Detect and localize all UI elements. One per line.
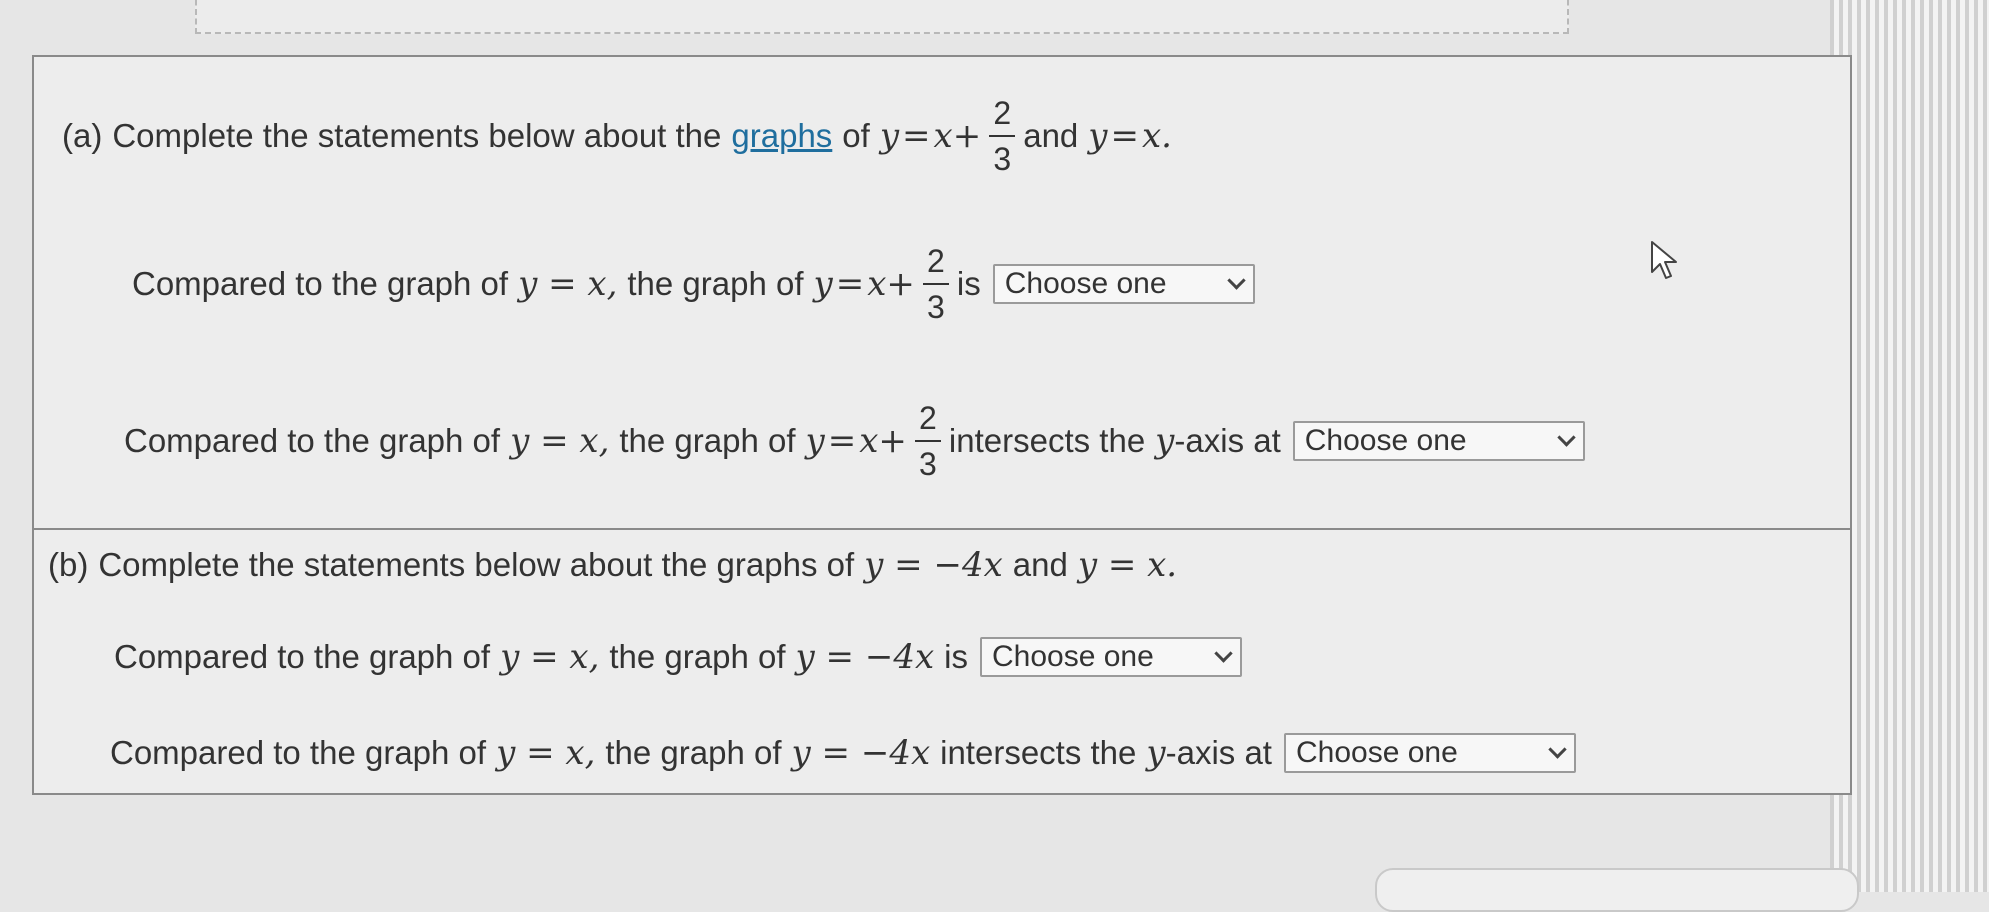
part-a-statement-1: Compared to the graph of y = x, the grap… xyxy=(132,245,1255,323)
chevron-down-icon xyxy=(1557,427,1576,447)
and-text: and xyxy=(1023,117,1079,154)
question-panel: (a) Complete the statements below about … xyxy=(32,55,1852,795)
part-b-statement-2: Compared to the graph of y = x, the grap… xyxy=(110,733,1576,773)
statement-tail: is xyxy=(956,265,981,302)
eq2-rhs: x. xyxy=(1142,116,1172,156)
fraction-two-thirds: 23 xyxy=(914,402,941,480)
bottom-button-outline[interactable] xyxy=(1375,868,1859,912)
eq-rhs: x+ xyxy=(933,116,982,156)
eq-rel: = xyxy=(902,116,931,156)
chevron-down-icon xyxy=(1548,739,1567,759)
part-b-intro: (b) Complete the statements below about … xyxy=(48,545,1178,585)
part-a-intro: (a) Complete the statements below about … xyxy=(62,97,1172,175)
part-a-section: (a) Complete the statements below about … xyxy=(34,57,1850,530)
part-b-select-2[interactable]: Choose one xyxy=(1283,733,1576,773)
part-b-select-1[interactable]: Choose one xyxy=(979,637,1242,677)
fraction-two-thirds: 23 xyxy=(922,245,949,323)
eq-lhs: y xyxy=(879,116,900,156)
part-b-statement-1: Compared to the graph of y = x, the grap… xyxy=(114,637,1242,677)
background-stripes xyxy=(1830,0,1989,892)
mouse-cursor-icon xyxy=(1651,241,1677,279)
part-b-label: (b) xyxy=(48,546,89,583)
chevron-down-icon xyxy=(1214,643,1233,663)
of-text: of xyxy=(842,117,870,154)
graphs-link[interactable]: graphs xyxy=(731,117,832,155)
eq2-lhs: y xyxy=(1088,116,1108,156)
part-a-select-2[interactable]: Choose one xyxy=(1292,421,1585,461)
statement-mid: the graph of xyxy=(627,265,804,302)
part-a-statement-2: Compared to the graph of y = x, the grap… xyxy=(124,402,1585,480)
eq2-rel: = xyxy=(1110,116,1140,156)
answer-area-placeholder xyxy=(195,0,1569,34)
part-a-intro-text: Complete the statements below about the xyxy=(112,117,722,154)
statement-lead: Compared to the graph of xyxy=(132,265,509,302)
fraction-two-thirds: 2 3 xyxy=(989,97,1016,175)
chevron-down-icon xyxy=(1227,270,1246,290)
part-a-select-1[interactable]: Choose one xyxy=(992,264,1255,304)
base-equation: y = x, xyxy=(518,264,618,304)
part-a-label: (a) xyxy=(62,117,103,154)
